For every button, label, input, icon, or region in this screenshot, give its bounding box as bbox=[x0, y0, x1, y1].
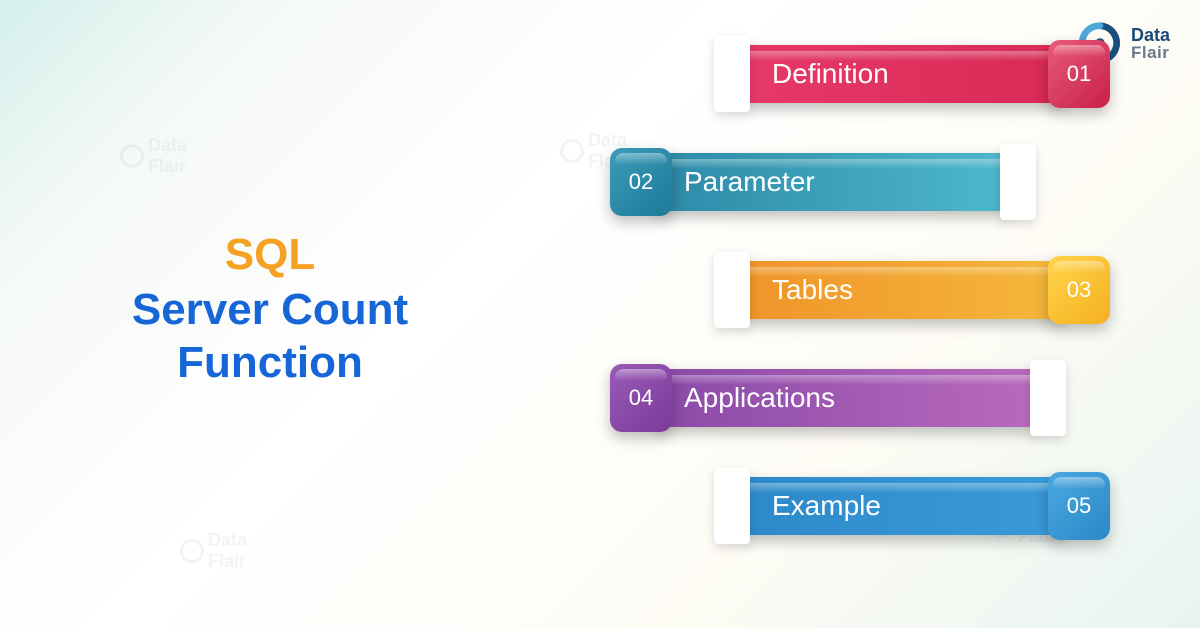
number-badge: 05 bbox=[1048, 472, 1110, 540]
decorative-tab bbox=[1030, 360, 1066, 436]
decorative-tab bbox=[1000, 144, 1036, 220]
topic-list: Definition 01 02 Parameter Tables 03 04 … bbox=[440, 45, 1160, 585]
ribbon-label: Applications bbox=[656, 369, 1036, 427]
number-badge: 03 bbox=[1048, 256, 1110, 324]
decorative-tab bbox=[714, 468, 750, 544]
title-accent: SQL bbox=[100, 230, 440, 280]
ribbon-label: Definition bbox=[744, 45, 1064, 103]
decorative-tab bbox=[714, 36, 750, 112]
number-badge: 04 bbox=[610, 364, 672, 432]
list-item-definition: Definition 01 bbox=[440, 45, 1160, 103]
number-badge: 02 bbox=[610, 148, 672, 216]
list-item-applications: 04 Applications bbox=[440, 369, 1160, 427]
ribbon-label: Tables bbox=[744, 261, 1064, 319]
watermark: DataFlair bbox=[120, 135, 187, 177]
list-item-parameter: 02 Parameter bbox=[440, 153, 1160, 211]
ribbon-label: Example bbox=[744, 477, 1064, 535]
watermark: DataFlair bbox=[180, 530, 247, 572]
title-main: Server Count Function bbox=[100, 284, 440, 390]
logo-text-line1: Data bbox=[1131, 26, 1170, 44]
ribbon-label: Parameter bbox=[656, 153, 1006, 211]
decorative-tab bbox=[714, 252, 750, 328]
page-title: SQL Server Count Function bbox=[100, 230, 440, 390]
number-badge: 01 bbox=[1048, 40, 1110, 108]
list-item-tables: Tables 03 bbox=[440, 261, 1160, 319]
list-item-example: Example 05 bbox=[440, 477, 1160, 535]
